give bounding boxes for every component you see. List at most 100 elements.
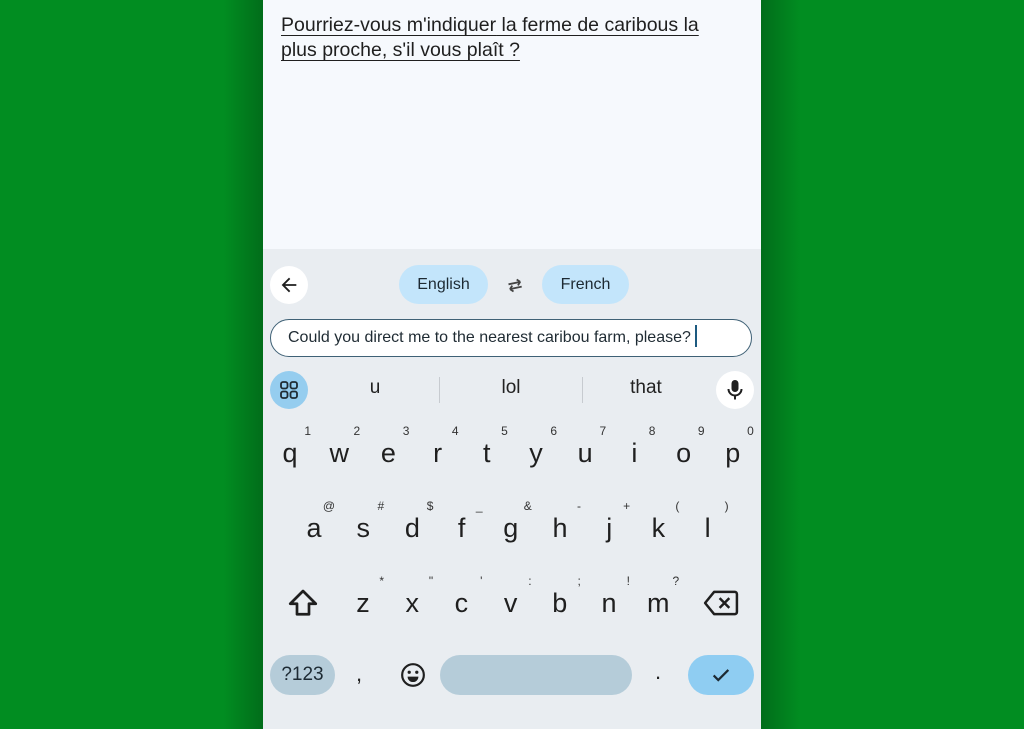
arrow-left-icon <box>281 277 297 293</box>
key-label: w <box>329 438 349 468</box>
key-a[interactable]: @ a <box>291 499 337 555</box>
key-q[interactable]: 1q <box>267 424 313 480</box>
key-hint: 0 <box>747 424 754 438</box>
key-label: n <box>601 588 617 618</box>
key-y[interactable]: 6y <box>513 424 559 480</box>
key-label: e <box>380 438 396 468</box>
shift-icon[interactable] <box>285 585 321 621</box>
key-z[interactable]: * z <box>340 574 386 630</box>
key-hint: 1 <box>304 424 311 438</box>
key-label: u <box>577 438 593 468</box>
key-hint: _ <box>475 499 483 513</box>
target-language-button[interactable]: French <box>542 265 629 304</box>
background-right <box>761 0 1024 729</box>
key-i[interactable]: 8i <box>611 424 657 480</box>
period-key[interactable]: . <box>655 659 661 685</box>
suggestion-2[interactable]: lol <box>451 377 571 399</box>
key-e[interactable]: 3e <box>365 424 411 480</box>
enter-button[interactable] <box>688 655 754 695</box>
key-hint: 8 <box>648 424 656 438</box>
phone-screen: Pourriez-vous m'indiquer la ferme de car… <box>263 0 761 729</box>
key-o[interactable]: 9o <box>661 424 707 480</box>
key-hint: ; <box>577 574 581 588</box>
key-hint: - <box>577 499 581 513</box>
key-hint: # <box>377 499 385 513</box>
translate-input[interactable]: Could you direct me to the nearest carib… <box>270 319 752 357</box>
emoji-icon[interactable] <box>400 662 426 688</box>
key-label: r <box>433 438 443 468</box>
key-label: l <box>704 513 711 543</box>
key-m[interactable]: ? m <box>635 574 681 630</box>
key-hint: 5 <box>501 424 508 438</box>
key-d[interactable]: $ d <box>389 499 435 555</box>
text-line2: plus proche, s'il vous plaît ? <box>281 39 520 61</box>
key-hint: * <box>379 574 384 588</box>
key-t[interactable]: 5t <box>464 424 510 480</box>
grid-icon <box>280 381 298 399</box>
key-label: o <box>676 438 692 468</box>
input-value: Could you direct me to the nearest carib… <box>288 329 691 347</box>
suggestion-1[interactable]: u <box>315 377 435 399</box>
key-hint: 2 <box>353 424 361 438</box>
key-u[interactable]: 7u <box>562 424 608 480</box>
document-area[interactable]: Pourriez-vous m'indiquer la ferme de car… <box>263 0 761 249</box>
key-hint: 9 <box>697 424 705 438</box>
swap-arrows-icon[interactable] <box>503 273 527 297</box>
key-v[interactable]: :v <box>488 574 534 630</box>
key-label: i <box>631 438 638 468</box>
key-l[interactable]: ) l <box>685 499 731 555</box>
key-h[interactable]: -h <box>537 499 583 555</box>
key-label: x <box>405 588 419 618</box>
suggestion-3[interactable]: that <box>586 377 706 399</box>
key-g[interactable]: & g <box>488 499 534 555</box>
key-b[interactable]: ; b <box>537 574 583 630</box>
microphone-icon <box>727 380 743 400</box>
checkmark-icon <box>712 669 730 682</box>
key-label: a <box>306 513 322 543</box>
key-hint: ( <box>675 499 680 513</box>
translated-text: Pourriez-vous m'indiquer la ferme de car… <box>281 13 741 63</box>
key-hint: " <box>428 574 434 588</box>
background-left <box>0 0 263 729</box>
symbols-key[interactable]: ?123 <box>270 655 335 695</box>
key-label: t <box>483 438 491 468</box>
suggestion-divider <box>582 377 583 403</box>
key-label: f <box>457 513 466 543</box>
key-k[interactable]: (k <box>635 499 681 555</box>
key-n[interactable]: ! n <box>586 574 632 630</box>
key-label: g <box>503 513 519 543</box>
key-label: d <box>404 513 420 543</box>
source-language-button[interactable]: English <box>399 265 488 304</box>
key-label: q <box>282 438 298 468</box>
key-r[interactable]: 4r <box>415 424 461 480</box>
key-hint: 6 <box>550 424 557 438</box>
key-w[interactable]: 2w <box>316 424 362 480</box>
key-label: j <box>606 513 613 543</box>
suggestion-divider <box>439 377 440 403</box>
space-bar[interactable] <box>440 655 632 695</box>
key-x[interactable]: " x <box>389 574 435 630</box>
key-label: k <box>651 513 666 543</box>
key-hint: 3 <box>402 424 410 438</box>
key-hint: ? <box>672 574 680 588</box>
key-c[interactable]: ' c <box>438 574 484 630</box>
key-s[interactable]: # s <box>340 499 386 555</box>
back-button[interactable] <box>270 266 308 304</box>
key-hint: ) <box>724 499 729 513</box>
key-hint: 7 <box>599 424 607 438</box>
apps-button[interactable] <box>270 371 308 409</box>
key-label: y <box>529 438 543 468</box>
comma-key[interactable]: , <box>356 661 362 687</box>
key-label: b <box>552 588 568 618</box>
key-label: h <box>552 513 568 543</box>
key-label: s <box>356 513 370 543</box>
voice-input-button[interactable] <box>716 371 754 409</box>
key-p[interactable]: 0p <box>710 424 756 480</box>
keyboard: English French Could you direct me to th… <box>263 249 761 729</box>
key-f[interactable]: _ f <box>439 499 485 555</box>
backspace-icon[interactable] <box>703 587 739 619</box>
key-j[interactable]: + j <box>586 499 632 555</box>
text-caret <box>694 325 697 347</box>
key-hint: & <box>523 499 532 513</box>
key-hint: + <box>623 499 631 513</box>
